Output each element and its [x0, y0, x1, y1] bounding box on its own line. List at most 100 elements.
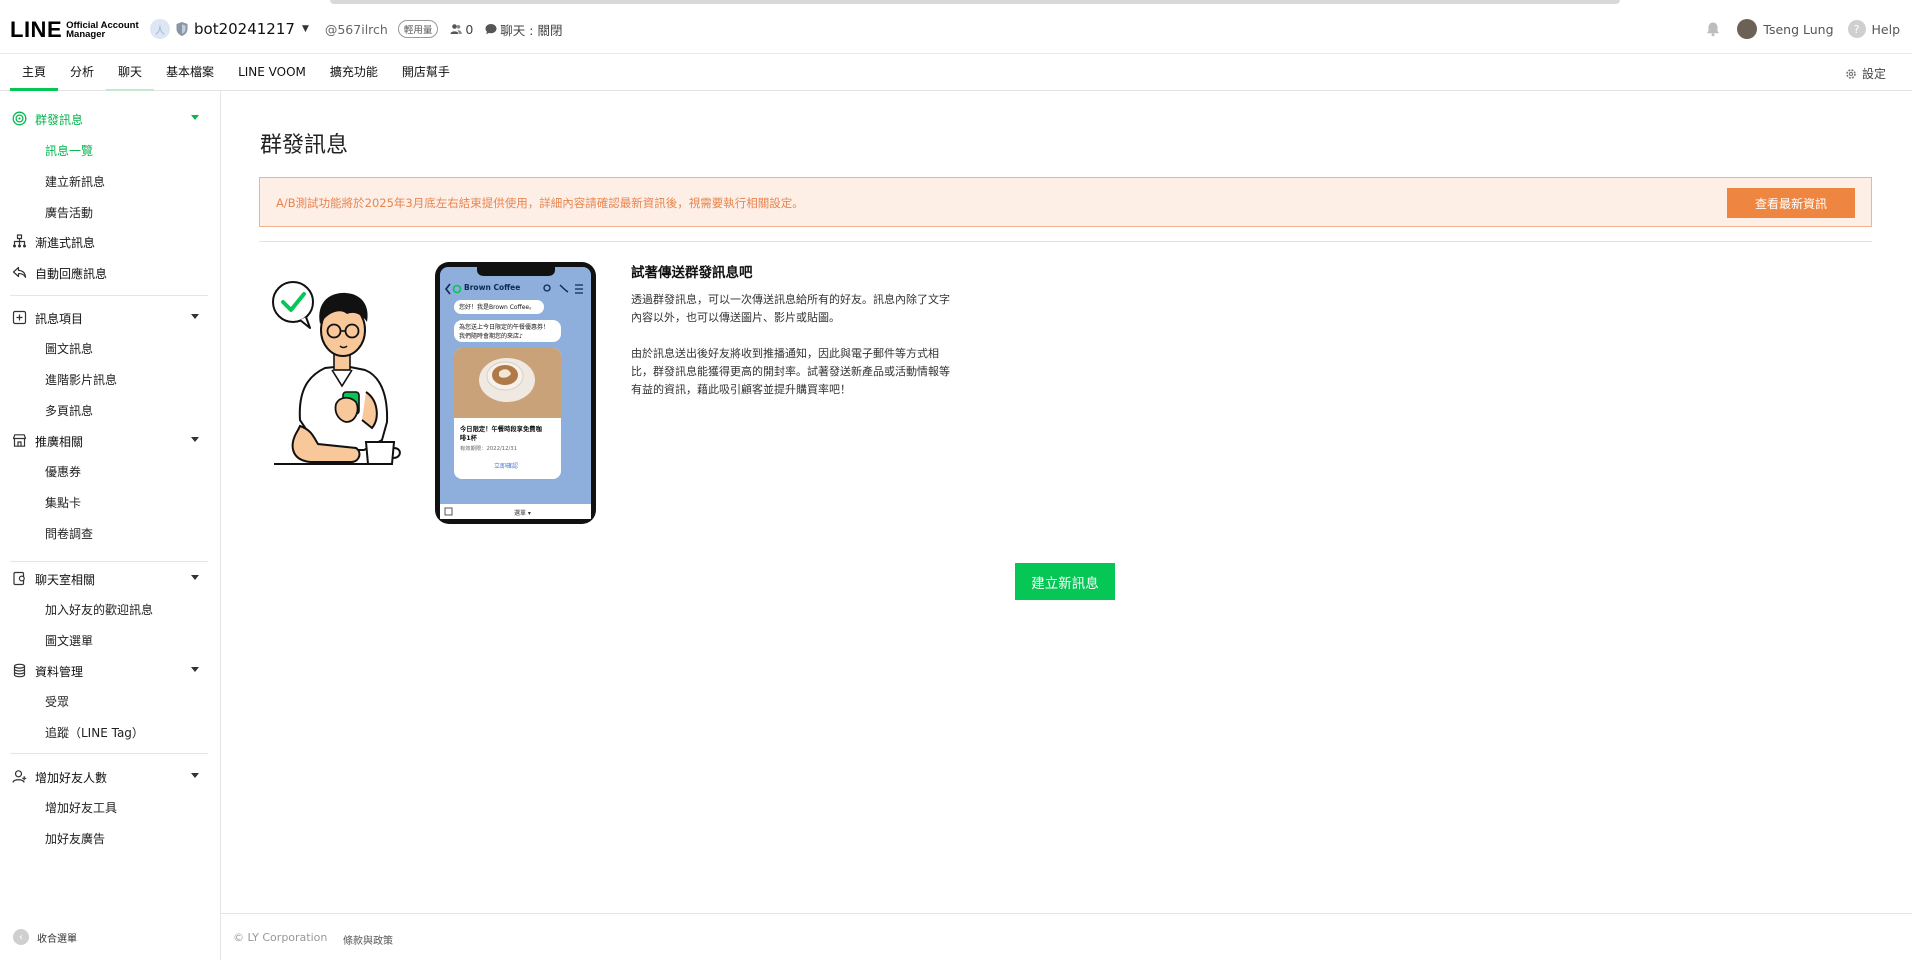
user-name[interactable]: Tseng Lung	[1763, 22, 1833, 37]
add-friend-icon	[12, 770, 27, 783]
chevron-down-icon	[191, 437, 199, 442]
sidebar-item-card-message[interactable]: 多頁訊息	[45, 402, 93, 419]
sidebar-item-ad-campaigns[interactable]: 廣告活動	[45, 204, 93, 221]
sidebar-divider	[10, 753, 208, 754]
sidebar-section-message-items[interactable]: 訊息項目	[0, 302, 220, 332]
sidebar-item-audiences[interactable]: 受眾	[45, 693, 69, 710]
sidebar-section-label: 增加好友人數	[35, 771, 108, 785]
sidebar-item-surveys[interactable]: 問卷調查	[45, 525, 93, 542]
intro-line: 內容以外，也可以傳送圖片、影片或貼圖。	[631, 311, 840, 324]
sidebar-item-auto-reply[interactable]: 自動回應訊息	[0, 257, 220, 287]
sidebar-section-label: 訊息項目	[35, 312, 84, 326]
sidebar-item-step-messages[interactable]: 漸進式訊息	[0, 226, 220, 256]
bell-icon[interactable]	[1705, 21, 1721, 37]
account-switcher[interactable]: 人 bot20241217 ▼ @567ilrch 輕用量 0 聊天 : 關閉	[150, 19, 562, 39]
tab-home[interactable]: 主頁	[10, 54, 59, 91]
sidebar-item-rich-menu[interactable]: 圖文選單	[45, 632, 93, 649]
header-right: Tseng Lung ? Help	[1705, 19, 1900, 39]
phone-chat-name: Brown Coffee	[464, 283, 521, 292]
phone-bubble-1: 您好！我是Brown Coffee。	[459, 304, 536, 311]
chevron-down-icon	[191, 314, 199, 319]
intro-line: 透過群發訊息，可以一次傳送訊息給所有的好友。訊息內除了文字	[631, 293, 950, 306]
phone-card-title-line-2: 啡1杯	[460, 435, 477, 442]
chat-status[interactable]: 聊天 : 關閉	[485, 20, 562, 39]
tab-analytics[interactable]: 分析	[58, 54, 106, 91]
phone-card-link: 立即確認	[494, 463, 519, 470]
friends-stat[interactable]: 0	[450, 22, 473, 37]
store-icon	[12, 434, 27, 447]
divider	[259, 241, 1872, 242]
terms-link[interactable]: 條款與政策	[343, 932, 393, 947]
sidebar-item-create-message[interactable]: 建立新訊息	[45, 173, 105, 190]
tab-chat[interactable]: 聊天	[106, 54, 155, 91]
hierarchy-icon	[13, 234, 26, 248]
sidebar-item-friend-tools[interactable]: 增加好友工具	[45, 799, 117, 816]
sidebar: 群發訊息 訊息一覽 建立新訊息 廣告活動 漸進式訊息 自動回應訊息 訊息項目 圖…	[0, 91, 221, 960]
view-latest-info-button[interactable]: 查看最新資訊	[1727, 188, 1855, 218]
top-header: LINE Official Account Manager 人 bot20241…	[0, 0, 1912, 54]
friends-icon	[450, 24, 463, 34]
user-avatar[interactable]	[1737, 19, 1758, 39]
help-icon[interactable]: ?	[1847, 20, 1866, 38]
tab-shop-helper[interactable]: 開店幫手	[390, 54, 462, 91]
logo-sub-line-2: Manager	[66, 29, 106, 40]
intro-line: 比，群發訊息能獲得更高的開封率。試著發送新產品或活動情報等	[631, 365, 950, 378]
intro-line: 由於訊息送出後好友將收到推播通知，因此與電子郵件等方式相	[631, 347, 939, 360]
shield-icon	[176, 22, 188, 36]
sidebar-section-promotion[interactable]: 推廣相關	[0, 425, 220, 455]
sidebar-divider	[10, 295, 208, 296]
collapse-menu-button[interactable]: ‹ 收合選單	[13, 929, 77, 945]
sidebar-divider	[10, 561, 208, 562]
sidebar-item-friend-ads[interactable]: 加好友廣告	[45, 830, 105, 847]
sidebar-section-broadcast[interactable]: 群發訊息	[0, 103, 220, 133]
nav-tabs: 主頁 分析 聊天 基本檔案 LINE VOOM 擴充功能 開店幫手	[10, 54, 462, 91]
plan-badge[interactable]: 輕用量	[397, 20, 439, 38]
phone-bubble-2-line-1: 為您送上今日限定的午餐優惠券！	[459, 324, 550, 331]
add-box-icon	[12, 310, 27, 325]
phone-card-expiry: 有效期限：2022/12/31	[460, 446, 518, 452]
bot-name: bot20241217	[194, 20, 295, 38]
sidebar-section-grow-friends[interactable]: 增加好友人數	[0, 761, 220, 791]
main-nav: 主頁 分析 聊天 基本檔案 LINE VOOM 擴充功能 開店幫手 設定	[0, 54, 1912, 91]
sidebar-section-data[interactable]: 資料管理	[0, 655, 220, 685]
sidebar-section-label: 群發訊息	[35, 113, 84, 127]
sidebar-section-label: 推廣相關	[35, 435, 84, 449]
intro-paragraph-1: 透過群發訊息，可以一次傳送訊息給所有的好友。訊息內除了文字 內容以外，也可以傳送…	[631, 291, 986, 327]
chevron-down-icon: ▼	[301, 24, 309, 34]
broadcast-icon	[12, 111, 27, 126]
help-link[interactable]: Help	[1872, 22, 1901, 37]
phone-menu-label: 選單 ▾	[514, 510, 531, 517]
phone-card-title-line-1: 今日限定！午餐時段享免費咖	[460, 426, 542, 433]
database-icon	[13, 663, 26, 678]
phone-bubble-2-line-2: 我們隨時會期您的來店♪	[459, 333, 523, 340]
sidebar-item-coupons[interactable]: 優惠券	[45, 463, 81, 480]
sidebar-item-label: 漸進式訊息	[35, 236, 96, 250]
sidebar-item-reward-cards[interactable]: 集點卡	[45, 494, 81, 511]
collapse-menu-label: 收合選單	[37, 933, 77, 945]
sidebar-item-message-list[interactable]: 訊息一覽	[45, 142, 93, 159]
tab-profile[interactable]: 基本檔案	[154, 54, 226, 91]
tab-line-voom[interactable]: LINE VOOM	[226, 54, 318, 91]
sidebar-item-rich-message[interactable]: 圖文訊息	[45, 340, 93, 357]
settings-link[interactable]: 設定	[1845, 65, 1886, 82]
broadcast-illustration: Brown Coffee 您好！我是Brown Coffee。 為您送上今日限定…	[270, 262, 600, 526]
sidebar-section-chatroom[interactable]: 聊天室相關	[0, 563, 220, 593]
line-oa-logo[interactable]: LINE Official Account Manager	[10, 17, 139, 43]
settings-label: 設定	[1861, 67, 1886, 81]
sidebar-item-label: 自動回應訊息	[35, 267, 108, 281]
sidebar-item-line-tag[interactable]: 追蹤（LINE Tag）	[45, 724, 144, 741]
tab-extensions[interactable]: 擴充功能	[318, 54, 390, 91]
chevron-down-icon	[191, 667, 199, 672]
intro-title: 試著傳送群發訊息吧	[631, 265, 753, 281]
chat-bubble-icon	[485, 24, 497, 35]
chevron-down-icon	[191, 115, 199, 120]
intro-line: 有益的資訊，藉此吸引顧客並提升購買率吧！	[631, 383, 851, 396]
browser-edge	[330, 0, 1620, 4]
sidebar-item-rich-video[interactable]: 進階影片訊息	[45, 371, 117, 388]
notice-banner: A/B測試功能將於2025年3月底左右結束提供使用，詳細內容請確認最新資訊後，視…	[259, 177, 1872, 227]
logo-line-text: LINE	[10, 17, 63, 42]
reply-icon	[12, 266, 27, 278]
sidebar-item-welcome-message[interactable]: 加入好友的歡迎訊息	[45, 601, 153, 618]
create-message-button[interactable]: 建立新訊息	[1015, 563, 1115, 600]
footer: © LY Corporation 條款與政策	[221, 913, 1912, 960]
